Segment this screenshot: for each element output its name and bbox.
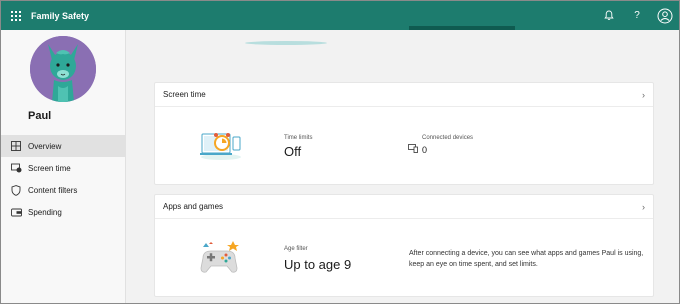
- sidebar-item-label: Overview: [28, 141, 62, 151]
- sidebar-item-spending[interactable]: Spending: [1, 201, 125, 223]
- llama-avatar-icon: [30, 36, 96, 102]
- screen-time-illustration: [199, 127, 243, 161]
- sidebar-nav: Overview Screen time Content filters Spe…: [1, 135, 125, 223]
- devices-icon: [408, 140, 418, 158]
- apps-games-card: Apps and games › Age filter Up to age 9 …: [154, 194, 654, 297]
- decorative-shape: [245, 41, 327, 45]
- laptop-clock-icon: [200, 133, 241, 160]
- account-icon[interactable]: [651, 1, 679, 30]
- sidebar-item-label: Screen time: [28, 163, 71, 173]
- controller-icon: [200, 241, 239, 273]
- connected-devices-value: 0: [422, 145, 428, 155]
- waffle-icon[interactable]: [1, 1, 31, 30]
- apps-games-description: After connecting a device, you can see w…: [409, 250, 644, 268]
- sidebar-item-screen-time[interactable]: Screen time: [1, 157, 125, 179]
- help-glyph: ?: [634, 10, 640, 21]
- screen-time-icon: [10, 162, 22, 174]
- chevron-right-icon[interactable]: ›: [642, 202, 645, 212]
- age-filter-label: Age filter: [284, 246, 308, 252]
- app-title: Family Safety: [31, 10, 90, 21]
- app-window: Family Safety ? Paul Overview Screen tim…: [0, 0, 680, 304]
- time-limits-label: Time limits: [284, 135, 313, 141]
- card-title: Screen time: [163, 90, 206, 99]
- chevron-right-icon[interactable]: ›: [642, 90, 645, 100]
- screen-time-card-header[interactable]: Screen time ›: [155, 83, 653, 107]
- sidebar-divider: [125, 30, 126, 303]
- apps-games-illustration: [197, 238, 241, 276]
- time-limits-value: Off: [284, 144, 302, 159]
- connected-devices-label: Connected devices: [422, 135, 474, 141]
- tab-indicator: [409, 26, 515, 30]
- avatar[interactable]: [30, 36, 96, 102]
- age-filter-value: Up to age 9: [284, 257, 352, 272]
- shield-icon: [10, 184, 22, 196]
- apps-games-card-header[interactable]: Apps and games ›: [155, 195, 653, 219]
- card-title: Apps and games: [163, 202, 224, 211]
- profile-name: Paul: [28, 110, 52, 122]
- sidebar-item-label: Content filters: [28, 185, 78, 195]
- screen-time-card: Screen time › Time limits Off Connected …: [154, 82, 654, 185]
- top-bar: Family Safety ?: [1, 1, 679, 30]
- sidebar-item-content-filters[interactable]: Content filters: [1, 179, 125, 201]
- wallet-icon: [10, 206, 22, 218]
- bell-icon[interactable]: [595, 1, 623, 30]
- overview-icon: [10, 140, 22, 152]
- sidebar-item-overview[interactable]: Overview: [1, 135, 125, 157]
- help-icon[interactable]: ?: [623, 1, 651, 30]
- sidebar-item-label: Spending: [28, 207, 62, 217]
